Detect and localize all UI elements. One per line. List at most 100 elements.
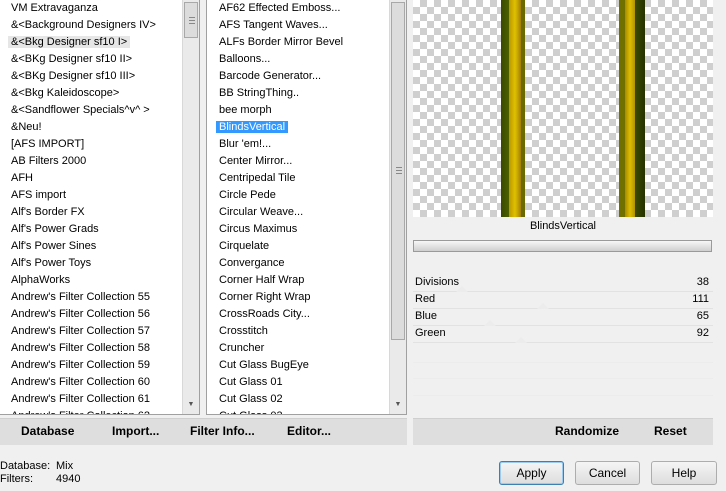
category-item[interactable]: &<BKg Designer sf10 II> bbox=[0, 51, 199, 68]
param-blue[interactable]: Blue 65 bbox=[413, 308, 713, 326]
filter-item[interactable]: BB StringThing.. bbox=[207, 85, 406, 102]
category-item[interactable]: AB Filters 2000 bbox=[0, 153, 199, 170]
filter-list[interactable]: AF62 Effected Emboss... AFS Tangent Waves… bbox=[206, 0, 407, 415]
cancel-button[interactable]: Cancel bbox=[575, 461, 640, 485]
category-item-label: Alf's Power Grads bbox=[11, 223, 99, 235]
category-item-label: &<BKg Designer sf10 III> bbox=[11, 70, 136, 82]
filter-item[interactable]: Cut Glass 03 bbox=[207, 408, 406, 414]
category-item[interactable]: AFS import bbox=[0, 187, 199, 204]
category-item[interactable]: Alf's Power Toys bbox=[0, 255, 199, 272]
param-red[interactable]: Red 111 bbox=[413, 291, 713, 309]
param-divisions[interactable]: Divisions 38 bbox=[413, 274, 713, 292]
category-item[interactable]: &<Background Designers IV> bbox=[0, 17, 199, 34]
filter-item[interactable]: Crosstitch bbox=[207, 323, 406, 340]
category-item-label: Andrew's Filter Collection 55 bbox=[11, 291, 151, 303]
scrollbar-thumb[interactable] bbox=[184, 2, 198, 38]
filter-scrollbar[interactable]: ▼ bbox=[389, 0, 406, 414]
category-item-label: &<Sandflower Specials^v^ > bbox=[11, 104, 150, 116]
category-item[interactable]: Andrew's Filter Collection 56 bbox=[0, 306, 199, 323]
filter-item[interactable]: Barcode Generator... bbox=[207, 68, 406, 85]
category-item-label: Alf's Power Toys bbox=[11, 257, 92, 269]
category-item[interactable]: &<Sandflower Specials^v^ > bbox=[0, 102, 199, 119]
category-item[interactable]: VM Extravaganza bbox=[0, 0, 199, 17]
category-item[interactable]: Andrew's Filter Collection 59 bbox=[0, 357, 199, 374]
import-button[interactable]: Import... bbox=[112, 424, 159, 438]
filter-item[interactable]: Cirquelate bbox=[207, 238, 406, 255]
category-item[interactable]: Andrew's Filter Collection 60 bbox=[0, 374, 199, 391]
filter-item-label: Cut Glass 01 bbox=[219, 376, 283, 388]
category-list[interactable]: VM Extravaganza &<Background Designers IV… bbox=[0, 0, 200, 415]
category-item[interactable]: Alf's Power Sines bbox=[0, 238, 199, 255]
filter-info-button[interactable]: Filter Info... bbox=[190, 424, 255, 438]
filter-item-label: ALFs Border Mirror Bevel bbox=[219, 36, 344, 48]
database-button[interactable]: Database bbox=[21, 424, 74, 438]
filter-item[interactable]: Circle Pede bbox=[207, 187, 406, 204]
filter-item-label: Balloons... bbox=[219, 53, 271, 65]
filter-item[interactable]: AF62 Effected Emboss... bbox=[207, 0, 406, 17]
editor-button[interactable]: Editor... bbox=[287, 424, 331, 438]
filter-item-label: Convergance bbox=[219, 257, 285, 269]
filter-item[interactable]: AFS Tangent Waves... bbox=[207, 17, 406, 34]
category-items: VM Extravaganza &<Background Designers IV… bbox=[0, 0, 199, 414]
category-item-label: &Neu! bbox=[11, 121, 42, 133]
filter-item-label: Cut Glass BugEye bbox=[219, 359, 309, 371]
filter-item[interactable]: Corner Half Wrap bbox=[207, 272, 406, 289]
filter-item[interactable]: Centripedal Tile bbox=[207, 170, 406, 187]
filter-item[interactable]: Circus Maximus bbox=[207, 221, 406, 238]
category-item[interactable]: Andrew's Filter Collection 61 bbox=[0, 391, 199, 408]
database-value: Mix bbox=[56, 460, 74, 472]
filter-item[interactable]: BlindsVertical bbox=[207, 119, 406, 136]
filter-item[interactable]: Center Mirror... bbox=[207, 153, 406, 170]
category-item-label: AB Filters 2000 bbox=[11, 155, 87, 167]
category-item[interactable]: &<BKg Designer sf10 III> bbox=[0, 68, 199, 85]
filter-item[interactable]: CrossRoads City... bbox=[207, 306, 406, 323]
filter-item[interactable]: Cut Glass 01 bbox=[207, 374, 406, 391]
filter-item-label: BB StringThing.. bbox=[219, 87, 300, 99]
filter-item-label: CrossRoads City... bbox=[219, 308, 310, 320]
category-item-label: VM Extravaganza bbox=[11, 2, 98, 14]
category-item[interactable]: &Neu! bbox=[0, 119, 199, 136]
category-item-label: Alf's Power Sines bbox=[11, 240, 97, 252]
category-item[interactable]: Andrew's Filter Collection 55 bbox=[0, 289, 199, 306]
category-item[interactable]: AlphaWorks bbox=[0, 272, 199, 289]
category-item[interactable]: AFH bbox=[0, 170, 199, 187]
category-item[interactable]: Andrew's Filter Collection 62 bbox=[0, 408, 199, 414]
empty-param-row bbox=[413, 378, 713, 379]
filter-item-label: Cut Glass 03 bbox=[219, 410, 283, 414]
filter-item-label: Crosstitch bbox=[219, 325, 268, 337]
param-green[interactable]: Green 92 bbox=[413, 325, 713, 343]
filter-item[interactable]: Balloons... bbox=[207, 51, 406, 68]
apply-button[interactable]: Apply bbox=[499, 461, 564, 485]
category-item[interactable]: Andrew's Filter Collection 57 bbox=[0, 323, 199, 340]
filter-item[interactable]: Cut Glass 02 bbox=[207, 391, 406, 408]
param-label: Blue bbox=[415, 310, 438, 322]
category-item-label: &<Bkg Kaleidoscope> bbox=[11, 87, 120, 99]
category-item[interactable]: &<Bkg Kaleidoscope> bbox=[0, 85, 199, 102]
scroll-down-arrow-icon[interactable]: ▼ bbox=[390, 398, 406, 412]
reset-button[interactable]: Reset bbox=[654, 424, 687, 438]
category-scrollbar[interactable]: ▲ ▼ bbox=[182, 0, 199, 414]
filter-item[interactable]: Corner Right Wrap bbox=[207, 289, 406, 306]
help-button[interactable]: Help bbox=[651, 461, 717, 485]
filter-item[interactable]: Blur 'em!... bbox=[207, 136, 406, 153]
scrollbar-thumb[interactable] bbox=[391, 2, 405, 340]
randomize-button[interactable]: Randomize bbox=[555, 424, 619, 438]
category-item[interactable]: Alf's Border FX bbox=[0, 204, 199, 221]
filter-item-label: Cruncher bbox=[219, 342, 265, 354]
category-item[interactable]: Andrew's Filter Collection 58 bbox=[0, 340, 199, 357]
filter-item-label: Blur 'em!... bbox=[219, 138, 272, 150]
filter-item[interactable]: Convergance bbox=[207, 255, 406, 272]
filter-item[interactable]: Cut Glass BugEye bbox=[207, 357, 406, 374]
param-label: Divisions bbox=[415, 276, 460, 288]
filter-item[interactable]: Circular Weave... bbox=[207, 204, 406, 221]
filter-items: AF62 Effected Emboss... AFS Tangent Waves… bbox=[207, 0, 406, 414]
scroll-down-arrow-icon[interactable]: ▼ bbox=[183, 398, 199, 412]
filter-item[interactable]: ALFs Border Mirror Bevel bbox=[207, 34, 406, 51]
filter-item[interactable]: Cruncher bbox=[207, 340, 406, 357]
filter-item[interactable]: bee morph bbox=[207, 102, 406, 119]
filters-info: Filters: 4940 bbox=[0, 473, 80, 485]
category-item[interactable]: [AFS IMPORT] bbox=[0, 136, 199, 153]
category-item[interactable]: Alf's Power Grads bbox=[0, 221, 199, 238]
category-item[interactable]: &<Bkg Designer sf10 I> bbox=[0, 34, 199, 51]
category-item-label: Andrew's Filter Collection 60 bbox=[11, 376, 151, 388]
